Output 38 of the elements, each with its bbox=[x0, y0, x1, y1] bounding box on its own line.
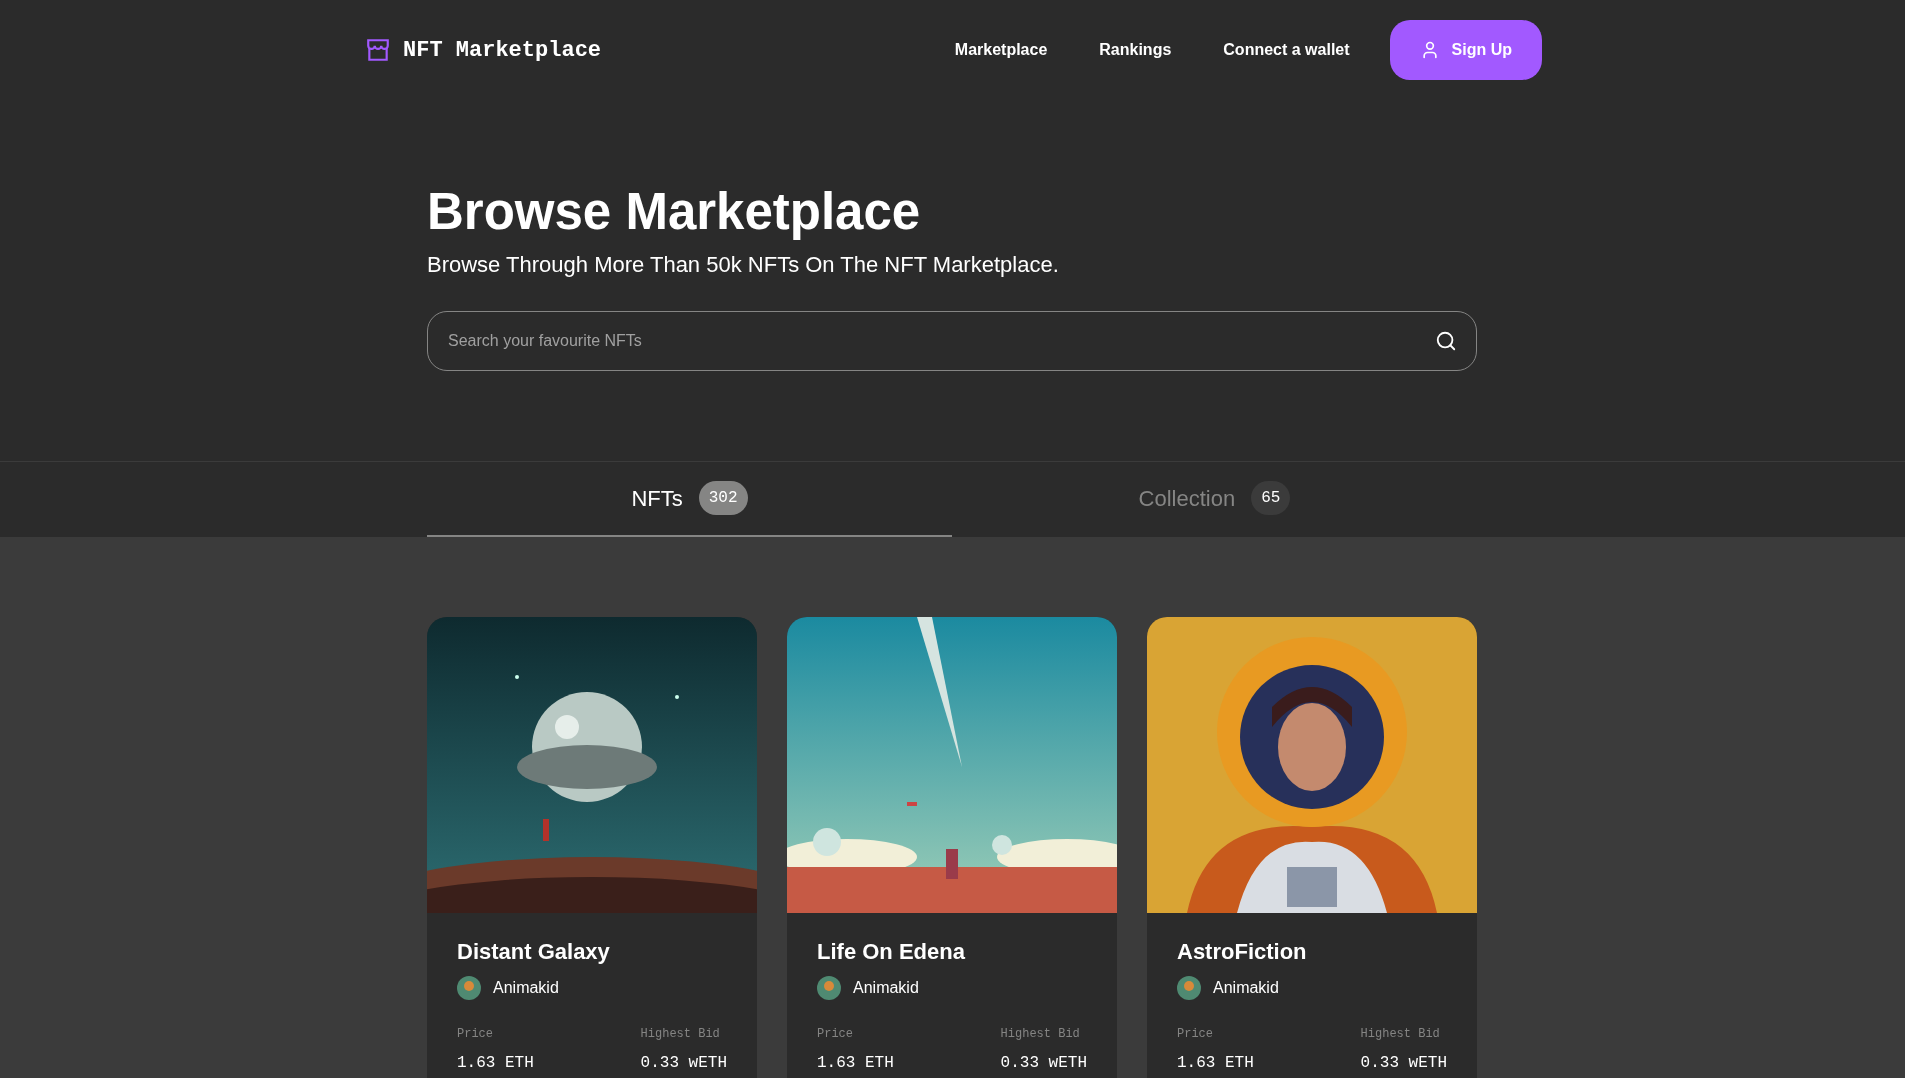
bid-label: Highest Bid bbox=[1000, 1025, 1081, 1043]
avatar-icon bbox=[457, 975, 481, 1000]
nft-card[interactable]: AstroFiction Animakid Price 1.63 ETH Highest Bid 0.33 wETH bbox=[1147, 616, 1477, 1078]
logo-text[interactable]: NFT Marketplace bbox=[403, 33, 602, 67]
price-label: Price bbox=[457, 1025, 494, 1043]
search-icon[interactable] bbox=[1435, 329, 1457, 352]
page-title: Browse Marketplace bbox=[427, 182, 922, 242]
nav-link[interactable]: Rankings bbox=[1079, 26, 1192, 74]
price-value: 1.63 ETH bbox=[1177, 1052, 1254, 1074]
bid-label: Highest Bid bbox=[1360, 1025, 1441, 1043]
tab[interactable]: Collection 65 bbox=[952, 461, 1477, 537]
price-value: 1.63 ETH bbox=[457, 1052, 534, 1074]
bid-value: 0.33 wETH bbox=[640, 1052, 727, 1074]
search-field[interactable]: Search your favourite NFTs bbox=[427, 310, 1477, 371]
storefront-icon bbox=[365, 37, 391, 63]
price-value: 1.63 ETH bbox=[817, 1052, 894, 1074]
artist-name: Animakid bbox=[853, 977, 919, 998]
count-badge: 302 bbox=[698, 481, 748, 516]
page-subtitle: Browse Through More Than 50k NFTs On The NFT Marketplace. bbox=[427, 250, 1060, 279]
nft-title: Distant Galaxy bbox=[457, 937, 611, 966]
sign-up-button[interactable]: Sign Up bbox=[1389, 20, 1542, 80]
avatar-icon bbox=[817, 975, 841, 1000]
nft-card[interactable]: Distant Galaxy Animakid Price 1.63 ETH Highest Bid 0.33 wETH bbox=[427, 616, 757, 1078]
nav-link[interactable]: Connect a wallet bbox=[1203, 26, 1370, 74]
price-label: Price bbox=[1177, 1025, 1214, 1043]
tab[interactable]: NFTs 302 bbox=[427, 461, 952, 537]
artist-name: Animakid bbox=[1213, 977, 1279, 998]
nft-title: Life On Edena bbox=[817, 937, 966, 966]
nft-card[interactable]: Life On Edena Animakid Price 1.63 ETH Highest Bid 0.33 wETH bbox=[787, 616, 1117, 1078]
bid-value: 0.33 wETH bbox=[1000, 1052, 1087, 1074]
price-label: Price bbox=[817, 1025, 854, 1043]
bid-value: 0.33 wETH bbox=[1360, 1052, 1447, 1074]
avatar-icon bbox=[1177, 975, 1201, 1000]
count-badge: 65 bbox=[1251, 481, 1291, 516]
bid-label: Highest Bid bbox=[640, 1025, 721, 1043]
nft-title: AstroFiction bbox=[1177, 937, 1308, 966]
artist-name: Animakid bbox=[493, 977, 559, 998]
nav-link[interactable]: Marketplace bbox=[934, 26, 1068, 74]
